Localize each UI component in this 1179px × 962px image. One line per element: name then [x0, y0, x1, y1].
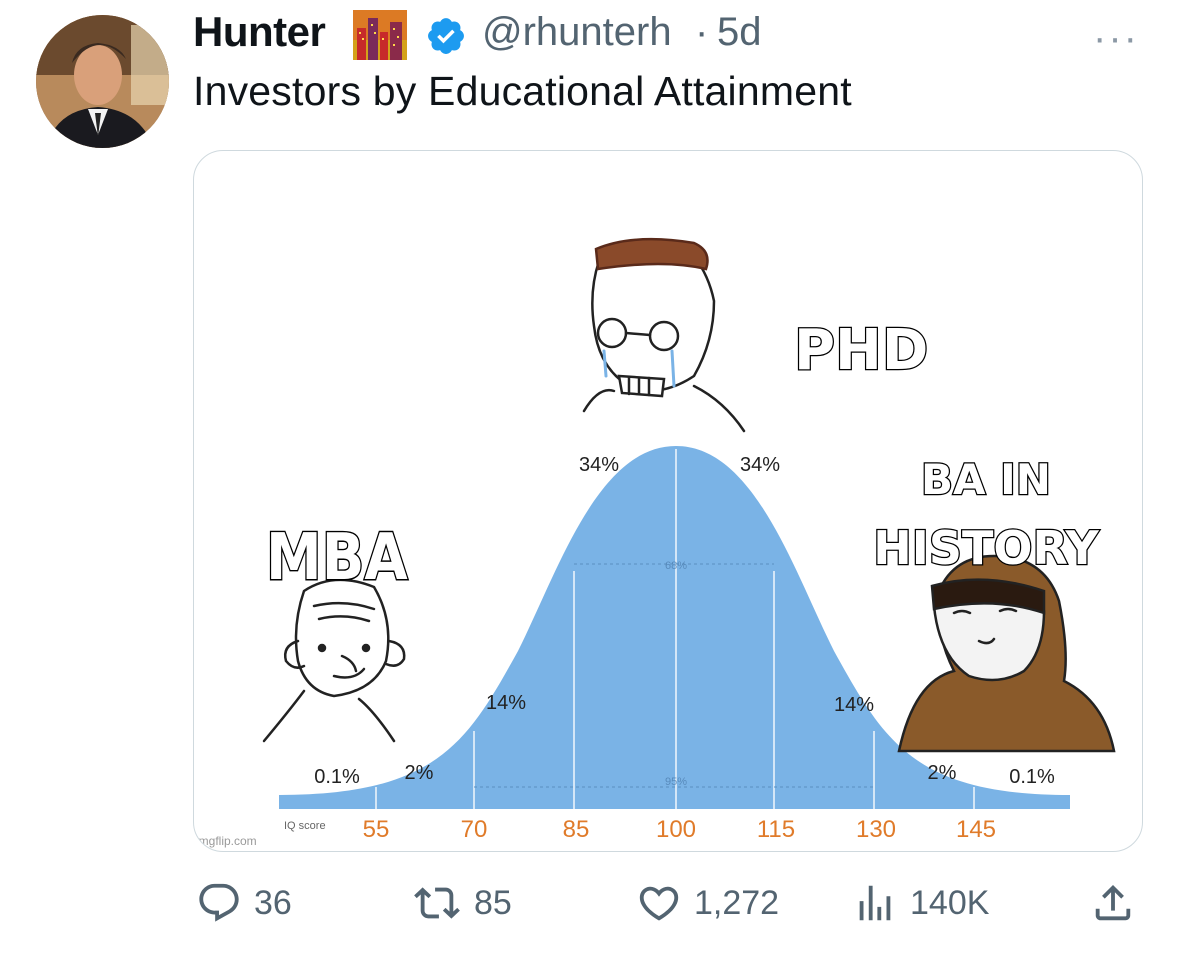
reply-button[interactable]: 36	[196, 880, 292, 926]
retweet-button[interactable]: 85	[412, 880, 512, 926]
tick-label: 145	[956, 816, 996, 843]
tick-label: 130	[856, 816, 896, 843]
more-options-icon[interactable]: ···	[1093, 16, 1139, 61]
separator-dot: ·	[695, 10, 709, 54]
reply-icon	[199, 883, 239, 922]
views-button[interactable]: 140K	[852, 880, 989, 926]
phd-wojak-drawing	[582, 237, 746, 433]
percent-label: 34%	[579, 454, 619, 476]
label-mba: MBA	[266, 520, 408, 595]
avatar[interactable]	[36, 15, 169, 148]
watermark: imgflip.com	[196, 834, 257, 848]
retweet-count: 85	[474, 883, 512, 922]
tweet-media-image[interactable]: 68% 95% 0.1% 2% 14% 34% 34% 14% 2% 0.1% …	[193, 150, 1143, 852]
retweet-icon	[414, 887, 460, 919]
tick-label: 85	[563, 816, 590, 843]
share-icon	[1095, 884, 1131, 921]
tick-label: 70	[461, 816, 488, 843]
tick-label: 55	[363, 816, 390, 843]
label-phd: PHD	[794, 318, 928, 383]
percent-label: 2%	[405, 762, 434, 784]
author-name[interactable]: Hunter	[193, 8, 326, 56]
reply-count: 36	[254, 883, 292, 922]
share-button[interactable]	[1090, 880, 1148, 926]
city-emoji-icon	[353, 10, 407, 60]
percent-label: 14%	[834, 694, 874, 716]
like-button[interactable]: 1,272	[636, 880, 779, 926]
percent-label: 34%	[740, 454, 780, 476]
views-chart-icon	[859, 885, 891, 921]
percent-label: 0.1%	[314, 766, 360, 788]
axis-caption: IQ score	[284, 820, 326, 832]
views-count: 140K	[910, 883, 990, 922]
timestamp[interactable]: 5d	[717, 10, 762, 55]
heart-icon	[639, 886, 679, 921]
percent-label: 0.1%	[1009, 766, 1055, 788]
tick-label: 115	[757, 816, 795, 843]
like-count: 1,272	[694, 883, 780, 922]
percent-label: 2%	[928, 762, 957, 784]
verified-badge-icon	[425, 15, 467, 57]
inner-label-68: 68%	[665, 560, 687, 572]
ba-history-wojak-drawing	[897, 554, 1116, 753]
percent-label: 14%	[486, 692, 526, 714]
label-ba-line2: HISTORY	[873, 521, 1099, 575]
tweet-text: Investors by Educational Attainment	[193, 68, 852, 114]
mba-wojak-drawing	[262, 578, 406, 743]
label-ba-line1: BA IN	[921, 455, 1051, 504]
inner-label-95: 95%	[665, 776, 687, 788]
author-handle[interactable]: @rhunterh	[482, 10, 672, 55]
tick-label: 100	[656, 816, 696, 843]
